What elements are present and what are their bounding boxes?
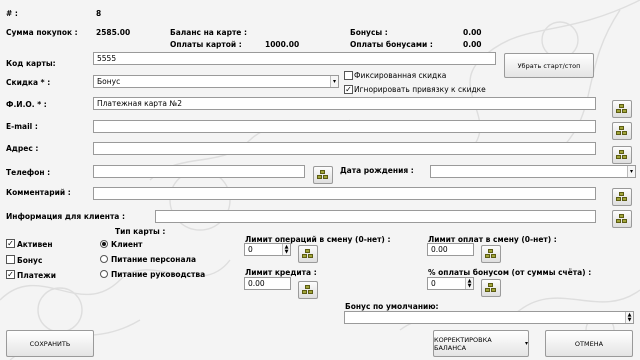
fio-label: Ф.И.О. * :: [6, 100, 47, 109]
credit-limit-input[interactable]: 0.00: [244, 277, 291, 290]
purchase-sum-value: 2585.00: [96, 28, 131, 37]
discount-label: Скидка * :: [6, 78, 51, 87]
grid-icon: [616, 104, 628, 114]
card-balance-label: Баланс на карте :: [170, 28, 247, 37]
discount-select-value: Бонус: [97, 77, 121, 86]
save-button[interactable]: СОХРАНИТЬ: [6, 330, 94, 357]
birthdate-picker[interactable]: ▾: [430, 165, 636, 178]
birthdate-label: Дата рождения :: [340, 166, 414, 175]
bonus-payments-label: Оплаты бонусами :: [350, 40, 433, 49]
balance-adjust-label: КОРРЕКТИРОВКА БАЛАНСА: [434, 335, 492, 352]
fio-input[interactable]: Платежная карта №2: [93, 97, 596, 110]
client-info-label: Информация для клиента :: [6, 212, 125, 221]
bonus-label: Бонус: [17, 256, 43, 265]
grid-icon: [616, 150, 628, 160]
comment-label: Комментарий :: [6, 188, 71, 197]
address-label: Адрес :: [6, 144, 39, 153]
email-action-button[interactable]: [612, 122, 632, 140]
balance-adjust-button[interactable]: КОРРЕКТИРОВКА БАЛАНСА ▾: [433, 330, 529, 357]
remove-start-stop-button[interactable]: Убрать старт/стоп: [504, 53, 594, 78]
phone-action-button[interactable]: [313, 166, 333, 184]
ops-limit-action-button[interactable]: [298, 245, 318, 263]
bonus-pct-value: 0: [431, 279, 436, 288]
chevron-down-icon: ▾: [524, 340, 528, 347]
bonus-checkbox[interactable]: [6, 255, 15, 264]
grid-icon: [485, 249, 497, 259]
ignore-binding-label: Игнорировать привязку к скидке: [354, 85, 486, 94]
pay-limit-input[interactable]: 0.00: [427, 243, 474, 256]
payments-checkbox[interactable]: ✓: [6, 270, 15, 279]
ops-limit-input[interactable]: 0 ▲ ▼: [244, 243, 291, 256]
card-type-staff-label: Питание персонала: [111, 255, 197, 264]
spin-arrows-icon[interactable]: ▲ ▼: [625, 312, 633, 323]
chevron-down-icon[interactable]: ▾: [330, 76, 338, 87]
card-type-management-radio[interactable]: [100, 270, 108, 278]
card-payments-value: 1000.00: [265, 40, 300, 49]
card-code-label: Код карты:: [6, 59, 56, 68]
address-input[interactable]: [93, 142, 596, 155]
record-number-label: # :: [6, 9, 18, 18]
chevron-down-icon[interactable]: ▾: [627, 166, 635, 177]
active-label: Активен: [17, 240, 53, 249]
ignore-binding-checkbox[interactable]: ✓: [344, 85, 353, 94]
phone-label: Телефон :: [6, 168, 51, 177]
card-type-client-label: Клиент: [111, 240, 143, 249]
grid-icon: [616, 192, 628, 202]
client-info-input[interactable]: [155, 210, 596, 223]
comment-input[interactable]: [93, 187, 596, 200]
default-bonus-label: Бонус по умолчанию:: [345, 302, 439, 311]
comment-action-button[interactable]: [612, 188, 632, 206]
card-type-title: Тип карты :: [115, 227, 166, 236]
address-action-button[interactable]: [612, 146, 632, 164]
grid-icon: [616, 214, 628, 224]
spin-arrows-icon[interactable]: ▲ ▼: [465, 278, 473, 289]
card-code-input[interactable]: 5555: [93, 52, 496, 65]
payments-label: Платежи: [17, 271, 56, 280]
bonuses-value: 0.00: [463, 28, 482, 37]
grid-icon: [616, 126, 628, 136]
discount-select[interactable]: Бонус ▾: [93, 75, 339, 88]
phone-input[interactable]: [93, 165, 305, 178]
email-label: E-mail :: [6, 122, 38, 131]
bonuses-label: Бонусы :: [350, 28, 388, 37]
email-input[interactable]: [93, 120, 596, 133]
bonus-pct-input[interactable]: 0 ▲ ▼: [427, 277, 474, 290]
cancel-button[interactable]: ОТМЕНА: [545, 330, 633, 357]
active-checkbox[interactable]: ✓: [6, 239, 15, 248]
grid-icon: [317, 170, 329, 180]
fixed-discount-checkbox[interactable]: [344, 71, 353, 80]
bonus-payments-value: 0.00: [463, 40, 482, 49]
pay-limit-action-button[interactable]: [481, 245, 501, 263]
record-number-value: 8: [96, 9, 102, 18]
spin-arrows-icon[interactable]: ▲ ▼: [282, 244, 290, 255]
credit-limit-label: Лимит кредита :: [245, 268, 317, 277]
default-bonus-select[interactable]: ▲ ▼: [344, 311, 634, 324]
bonus-pct-action-button[interactable]: [481, 279, 501, 297]
purchase-sum-label: Сумма покупок :: [6, 28, 78, 37]
grid-icon: [485, 283, 497, 293]
card-type-staff-radio[interactable]: [100, 255, 108, 263]
bonus-pct-label: % оплаты бонусом (от суммы счёта) :: [428, 268, 592, 277]
card-payments-label: Оплаты картой :: [170, 40, 242, 49]
fixed-discount-label: Фиксированная скидка: [354, 71, 447, 80]
client-info-action-button[interactable]: [612, 210, 632, 228]
card-type-client-radio[interactable]: [100, 240, 108, 248]
grid-icon: [302, 249, 314, 259]
fio-action-button[interactable]: [612, 100, 632, 118]
grid-icon: [302, 285, 314, 295]
ops-limit-value: 0: [248, 245, 253, 254]
card-type-management-label: Питание руководства: [111, 270, 206, 279]
credit-limit-action-button[interactable]: [298, 281, 318, 299]
